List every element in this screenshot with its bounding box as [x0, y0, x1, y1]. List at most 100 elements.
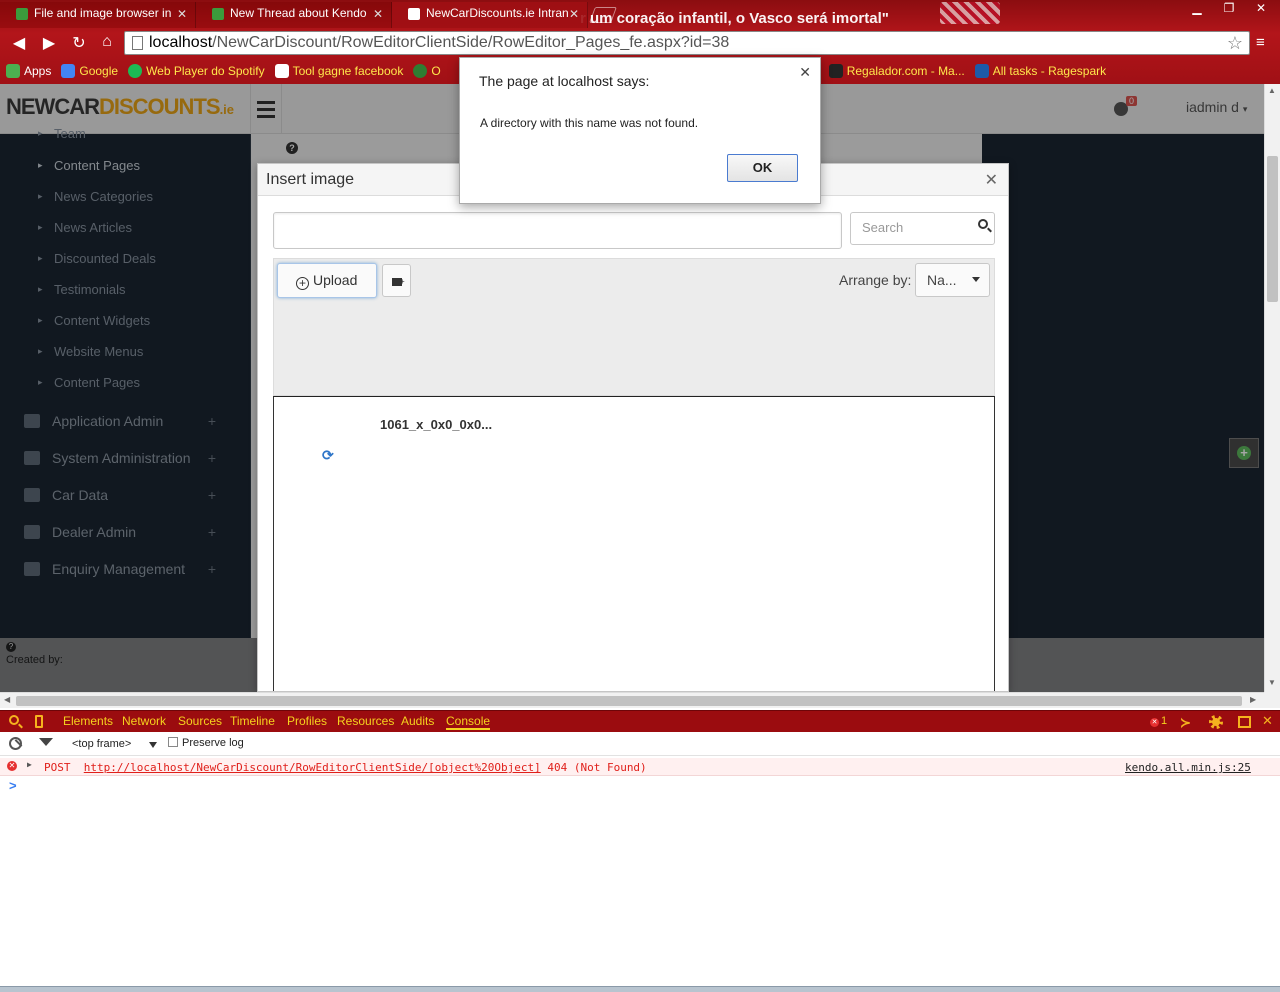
- bookmark-google[interactable]: Google: [61, 64, 118, 78]
- filter-icon[interactable]: [39, 738, 53, 746]
- spotify-icon: [128, 64, 143, 78]
- bookmark-regalador[interactable]: Regalador.com - Ma...: [828, 64, 965, 78]
- arrange-by-select[interactable]: Na...: [915, 263, 990, 297]
- apps-icon: [6, 64, 20, 78]
- new-tab-button[interactable]: [589, 7, 617, 23]
- error-count: 1: [1161, 715, 1168, 727]
- ok-button[interactable]: OK: [727, 154, 798, 182]
- browser-tab-title: New Thread about Kendo: [230, 6, 367, 20]
- scroll-right-icon[interactable]: ▶: [1250, 695, 1256, 704]
- http-method: POST: [44, 761, 71, 774]
- scroll-thumb[interactable]: [1267, 156, 1278, 302]
- google-icon: [61, 64, 76, 78]
- clear-console-icon[interactable]: [9, 737, 22, 750]
- bookmark-apps[interactable]: Apps: [6, 64, 51, 78]
- alert-message: A directory with this name was not found…: [480, 116, 699, 130]
- show-drawer-icon[interactable]: ≻: [1180, 715, 1191, 731]
- back-icon[interactable]: ◀: [6, 33, 32, 53]
- bookmark-star-icon[interactable]: ☆: [1227, 33, 1243, 54]
- url-path: /NewCarDiscount/RowEditorClientSide/RowE…: [212, 34, 730, 51]
- restore-icon[interactable]: ❐: [1216, 0, 1242, 18]
- kendo-favicon-icon: [212, 8, 224, 20]
- bookmark-label: All tasks - Ragespark: [992, 64, 1107, 78]
- arrange-by-label: Arrange by:: [839, 272, 912, 288]
- file-toolbar: + Upload Arrange by: Na...: [273, 258, 995, 396]
- devtools-panel: Elements Network Sources Timeline Profil…: [0, 710, 1280, 986]
- js-alert-dialog: The page at localhost says: ✕ A director…: [459, 57, 821, 204]
- expand-arrow-icon[interactable]: ▶: [27, 760, 32, 769]
- path-input[interactable]: [273, 212, 842, 249]
- tab-close-icon[interactable]: ✕: [373, 7, 383, 21]
- browser-tab-2[interactable]: New Thread about Kendo ✕: [196, 2, 392, 28]
- scroll-thumb[interactable]: [16, 696, 1242, 706]
- close-devtools-icon[interactable]: ✕: [1262, 713, 1273, 729]
- arrange-by-value: Na...: [927, 272, 957, 288]
- bookmark-ragespark[interactable]: All tasks - Ragespark: [974, 64, 1107, 78]
- close-window-icon[interactable]: ✕: [1248, 0, 1274, 18]
- bookmark-label: Regalador.com - Ma...: [846, 64, 965, 78]
- dialog-title: Insert image: [266, 171, 355, 188]
- preserve-log-checkbox[interactable]: Preserve log: [168, 737, 244, 749]
- browser-tab-3[interactable]: NewCarDiscounts.ie Intran ✕: [392, 2, 588, 28]
- bookmark-spotify[interactable]: Web Player do Spotify: [128, 64, 265, 78]
- tab-elements[interactable]: Elements: [63, 714, 113, 728]
- close-icon[interactable]: ✕: [799, 64, 811, 81]
- console-message: POST http://localhost/NewCarDiscount/Row…: [44, 761, 647, 774]
- os-taskbar: [0, 986, 1280, 992]
- horizontal-scrollbar[interactable]: ◀ ▶: [0, 692, 1264, 708]
- new-folder-button[interactable]: [382, 264, 411, 297]
- tab-timeline[interactable]: Timeline: [230, 714, 275, 728]
- kendo-favicon-icon: [16, 8, 28, 20]
- alert-title: The page at localhost says:: [479, 73, 650, 89]
- tab-resources[interactable]: Resources: [337, 714, 394, 728]
- error-icon: ✕: [1150, 718, 1159, 727]
- page-icon: [132, 36, 143, 50]
- upload-button[interactable]: + Upload: [277, 263, 377, 298]
- page-favicon-icon: [408, 8, 420, 20]
- minimize-icon[interactable]: ▁: [1184, 0, 1210, 18]
- file-list: 1061_x_0x0_0x0... ⟳: [273, 396, 995, 691]
- theme-flag-image: [940, 2, 1000, 24]
- scroll-left-icon[interactable]: ◀: [4, 695, 10, 704]
- search-input[interactable]: Search: [850, 212, 995, 245]
- scroll-down-icon[interactable]: ▼: [1268, 678, 1276, 687]
- browser-tab-title: File and image browser in: [34, 6, 172, 20]
- console-prompt-icon[interactable]: >: [9, 778, 17, 793]
- source-link[interactable]: kendo.all.min.js:25: [1125, 761, 1251, 774]
- tab-strip: File and image browser in ✕ New Thread a…: [0, 0, 617, 28]
- inspect-search-icon[interactable]: [9, 715, 19, 725]
- tab-close-icon[interactable]: ✕: [177, 7, 187, 21]
- toolbar-row: ◀ ▶ ↻ ⌂ localhost/NewCarDiscount/RowEdit…: [0, 28, 1280, 58]
- home-icon[interactable]: ⌂: [94, 33, 120, 53]
- device-mode-icon[interactable]: [35, 715, 43, 728]
- tab-sources[interactable]: Sources: [178, 714, 222, 728]
- forward-icon[interactable]: ▶: [36, 33, 62, 53]
- insert-image-dialog: Insert image ✕ Search + Upload Arrange by…: [257, 163, 1009, 692]
- chrome-menu-icon[interactable]: ≡: [1256, 34, 1265, 51]
- tab-console[interactable]: Console: [446, 714, 491, 730]
- caret-down-icon[interactable]: [149, 742, 157, 748]
- reload-icon[interactable]: ↻: [66, 33, 92, 53]
- search-icon[interactable]: [978, 219, 988, 229]
- bookmark-label: Web Player do Spotify: [146, 64, 265, 78]
- checkbox[interactable]: [168, 737, 178, 747]
- scroll-up-icon[interactable]: ▲: [1268, 86, 1276, 95]
- file-item-name[interactable]: 1061_x_0x0_0x0...: [380, 417, 492, 432]
- settings-gear-icon[interactable]: [1209, 715, 1223, 729]
- tab-profiles[interactable]: Profiles: [287, 714, 327, 728]
- tab-close-icon[interactable]: ✕: [569, 7, 579, 21]
- close-icon[interactable]: ✕: [985, 170, 998, 190]
- address-bar[interactable]: localhost/NewCarDiscount/RowEditorClient…: [124, 31, 1250, 55]
- dock-icon[interactable]: [1238, 716, 1251, 728]
- tab-audits[interactable]: Audits: [401, 714, 434, 728]
- caret-down-icon: [972, 277, 980, 282]
- vertical-scrollbar[interactable]: ▲ ▼: [1264, 84, 1280, 692]
- request-url-link[interactable]: http://localhost/NewCarDiscount/RowEdito…: [84, 761, 541, 774]
- bookmark-label: Apps: [24, 64, 52, 78]
- bookmark-facebook-tool[interactable]: Tool gagne facebook: [274, 64, 403, 78]
- frame-selector[interactable]: <top frame>: [72, 738, 131, 750]
- tab-network[interactable]: Network: [122, 714, 166, 728]
- browser-tab-1[interactable]: File and image browser in ✕: [0, 2, 196, 28]
- bookmark-o[interactable]: O: [413, 64, 441, 78]
- error-counter[interactable]: ✕ 1: [1150, 715, 1167, 727]
